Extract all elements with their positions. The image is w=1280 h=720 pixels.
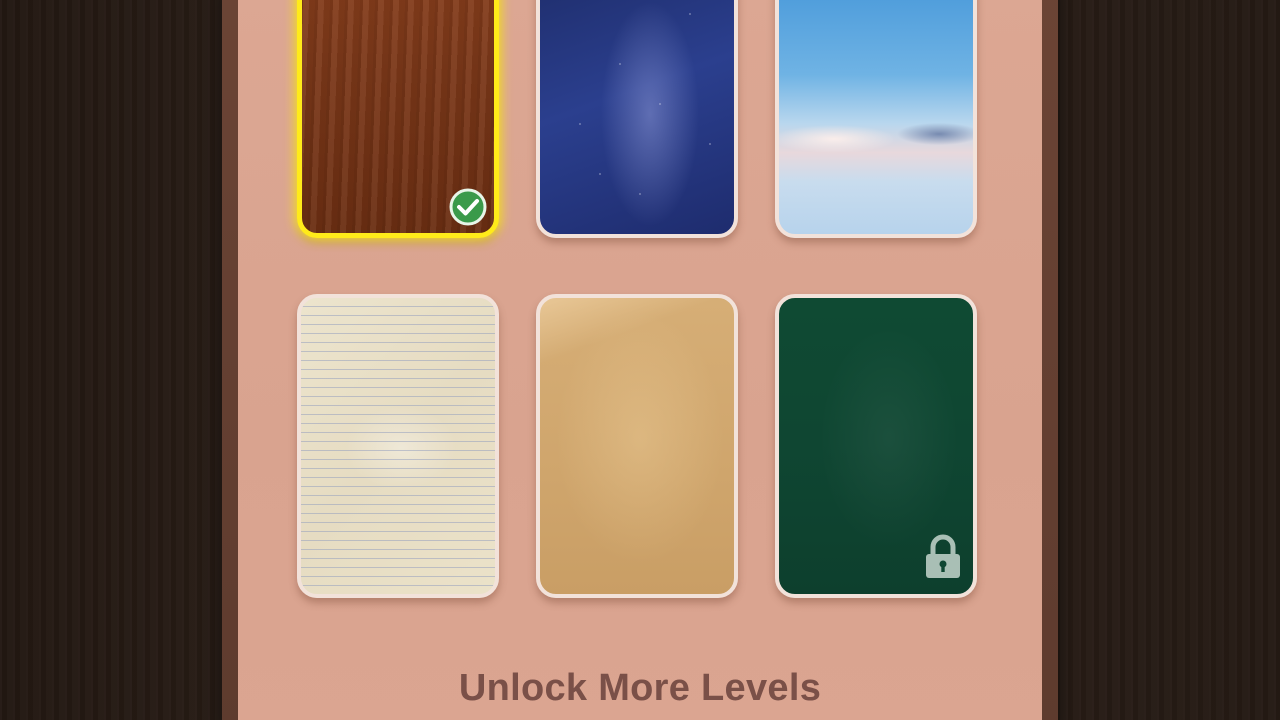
background-option-kraft-paper[interactable] [536, 294, 738, 598]
background-option-wood[interactable] [297, 0, 499, 238]
background-option-clouds[interactable] [775, 0, 977, 238]
background-option-chalkboard[interactable] [775, 294, 977, 598]
background-option-lined-paper[interactable] [297, 294, 499, 598]
background-option-night-sky[interactable] [536, 0, 738, 238]
lock-icon [926, 534, 960, 578]
check-circle-icon [449, 188, 487, 226]
unlock-more-levels-title: Unlock More Levels [458, 667, 822, 709]
